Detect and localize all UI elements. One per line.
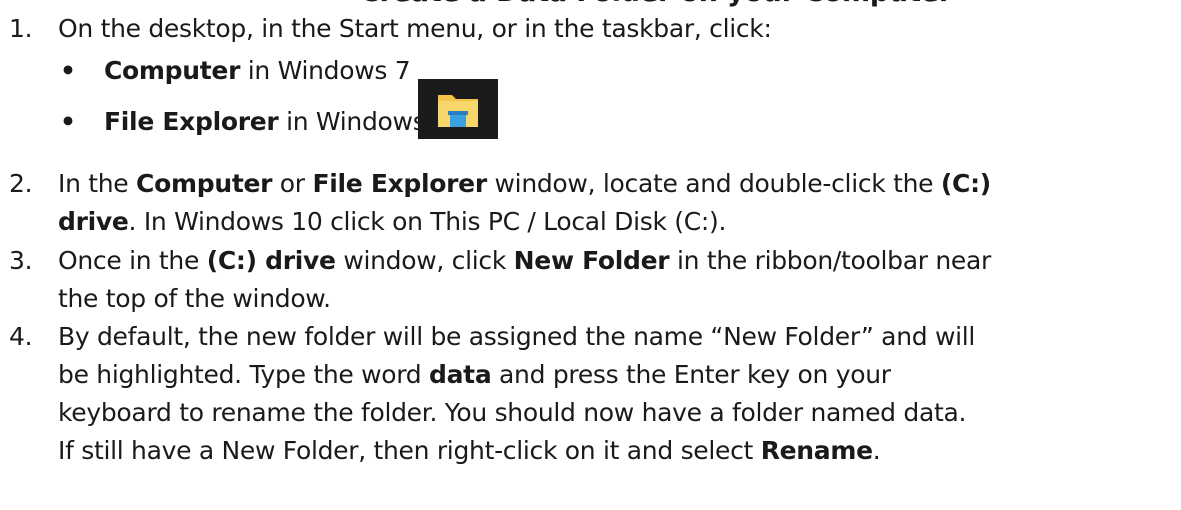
text-run: and press the Enter key on your xyxy=(491,360,891,389)
text-run: . In Windows 10 click on This PC / Local… xyxy=(128,207,727,236)
text-run: In the xyxy=(58,169,137,198)
text-run: If still have a New Folder, then right-c… xyxy=(58,436,761,465)
step-4-line-2: be highlighted. Type the word data and p… xyxy=(58,356,1173,394)
text-bold: New Folder xyxy=(513,246,670,275)
text-run: . xyxy=(872,436,881,465)
bullet-bold: File Explorer xyxy=(104,107,279,136)
text-bold: drive xyxy=(58,207,129,236)
section-heading: Create a Data Folder on your Computer xyxy=(360,0,952,8)
text-bold: data xyxy=(429,360,492,389)
text-bold: Computer xyxy=(136,169,273,198)
bullet-dot: • xyxy=(60,107,76,136)
text-run: window, click xyxy=(335,246,514,275)
text-run: Once in the xyxy=(58,246,207,275)
file-explorer-icon xyxy=(418,79,498,139)
bullet-rest: in Windows 7 xyxy=(240,56,411,85)
step-number: 2. xyxy=(9,169,33,198)
text-run: in the ribbon/toolbar near xyxy=(669,246,992,275)
step-3-line-1: Once in the (C:) drive window, click New… xyxy=(58,242,1173,280)
step-number: 4. xyxy=(9,322,33,351)
text-bold: File Explorer xyxy=(312,169,487,198)
step-4-line-4: If still have a New Folder, then right-c… xyxy=(58,432,1173,470)
step-4-line-1: By default, the new folder will be assig… xyxy=(58,322,976,351)
text-bold: Rename xyxy=(760,436,873,465)
step-1-text: On the desktop, in the Start menu, or in… xyxy=(58,14,772,43)
bullet-dot: • xyxy=(60,56,76,85)
step-3-line-2: the top of the window. xyxy=(58,284,331,313)
bullet-bold: Computer xyxy=(104,56,241,85)
step-number: 3. xyxy=(9,246,33,275)
text-bold: (C:) xyxy=(940,169,991,198)
step-2-line-2: drive. In Windows 10 click on This PC / … xyxy=(58,203,1173,241)
step-2-line-1: In the Computer or File Explorer window,… xyxy=(58,165,1173,203)
text-run: window, locate and double-click the xyxy=(486,169,941,198)
step-number: 1. xyxy=(9,14,33,43)
text-bold: (C:) drive xyxy=(206,246,336,275)
text-run: be highlighted. Type the word xyxy=(58,360,429,389)
text-run: or xyxy=(272,169,313,198)
step-4-line-3: keyboard to rename the folder. You shoul… xyxy=(58,398,967,427)
